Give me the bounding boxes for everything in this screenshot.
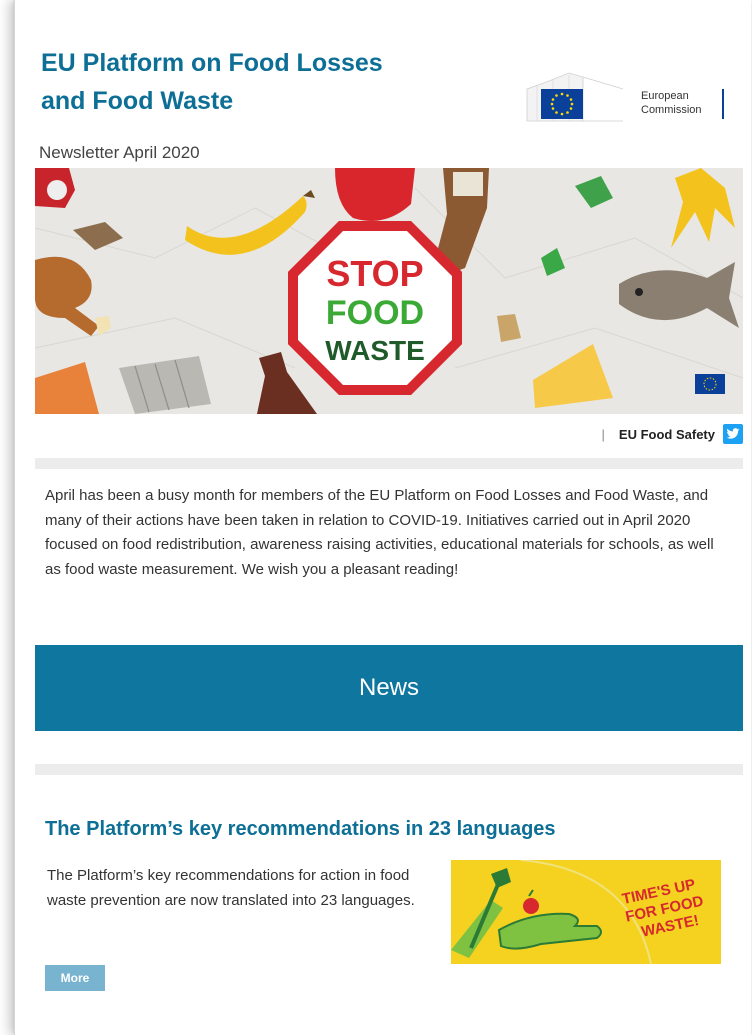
page-title: EU Platform on Food Losses and Food Wast… <box>41 44 471 120</box>
title-line-2: and Food Waste <box>41 87 234 115</box>
more-button[interactable]: More <box>45 965 105 991</box>
stop-food-waste-illustration: STOP FOOD WASTE <box>35 168 743 414</box>
sign-line-stop: STOP <box>326 253 423 294</box>
news-heading: News <box>358 674 419 701</box>
article-title[interactable]: The Platform’s key recommendations in 23… <box>45 818 735 841</box>
news-section-header: News <box>35 645 743 731</box>
logo-text-commission: Commission <box>641 104 702 116</box>
social-link-bar: | EU Food Safety <box>535 423 743 445</box>
eu-food-safety-label[interactable]: EU Food Safety <box>619 427 715 442</box>
section-divider <box>35 764 743 775</box>
times-up-illustration: TIME'S UP FOR FOOD WASTE! <box>451 860 721 964</box>
sign-line-waste: WASTE <box>325 335 425 366</box>
newsletter-page: EU Platform on Food Losses and Food Wast… <box>14 0 751 1035</box>
eu-flag-icon <box>695 374 725 394</box>
intro-paragraph: April has been a busy month for members … <box>45 487 714 578</box>
stop-sign: STOP FOOD WASTE <box>288 221 462 395</box>
title-line-1: EU Platform on Food Losses <box>41 49 383 77</box>
article-image[interactable]: TIME'S UP FOR FOOD WASTE! <box>451 860 721 964</box>
logo-text-european: European <box>641 90 689 102</box>
twitter-icon[interactable] <box>723 424 743 444</box>
article-summary: The Platform’s key recommendations for a… <box>47 867 415 909</box>
sign-line-food: FOOD <box>326 294 424 332</box>
hero-banner: STOP FOOD WASTE <box>35 168 743 414</box>
european-commission-logo: European Commission <box>526 72 724 122</box>
newsletter-date: Newsletter April 2020 <box>39 143 200 162</box>
social-separator: | <box>601 426 605 442</box>
section-divider <box>35 458 743 469</box>
